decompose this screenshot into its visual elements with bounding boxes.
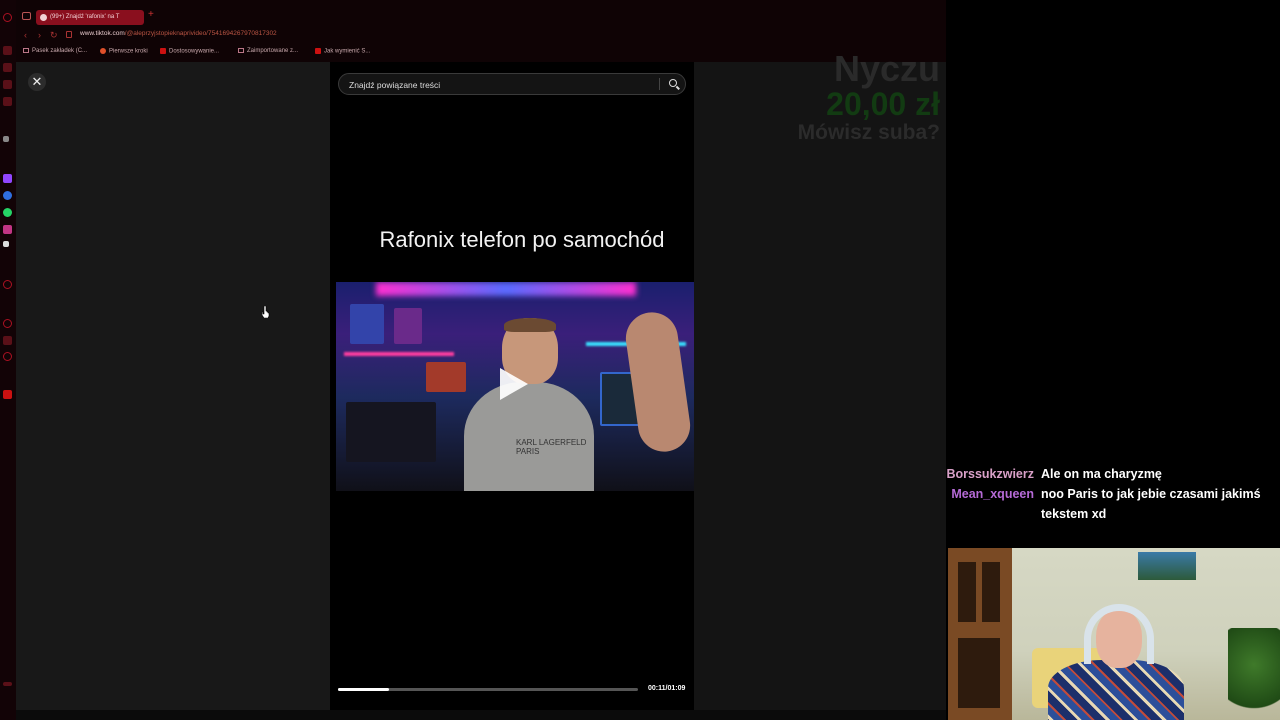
progress-fill [338, 688, 389, 691]
shirt-print: KARL LAGERFELD PARIS [516, 438, 587, 456]
donation-alert: Nyczu 20,00 zł Mówisz suba? [798, 48, 940, 145]
sidebar-settings-icon[interactable] [3, 352, 12, 361]
sidebar-news-icon[interactable] [3, 97, 12, 106]
reload-icon[interactable]: ↻ [50, 30, 58, 41]
twitch-icon[interactable] [3, 174, 12, 183]
tiktok-favicon-icon [40, 14, 47, 21]
sidebar-speed-dial-icon[interactable] [3, 80, 12, 89]
lock-icon[interactable] [66, 31, 72, 38]
neon-light [376, 282, 636, 296]
chat-username: Borssukzwierz [946, 467, 1034, 481]
folder-icon [23, 48, 29, 53]
headset [1084, 604, 1154, 664]
streamer-shirt [1048, 660, 1184, 720]
play-icon[interactable] [500, 368, 528, 400]
whatsapp-icon[interactable] [3, 208, 12, 217]
raised-arm [622, 309, 694, 455]
sidebar-home-icon[interactable] [3, 46, 12, 55]
video-caption: Rafonix telefon po samochód [379, 227, 665, 252]
bookmark-item[interactable]: Pierwsze kroki [100, 48, 148, 55]
browser-window: (99+) Znajdź 'rafonix' na T + ‹ › ↻ www.… [0, 0, 946, 720]
search-divider [659, 78, 660, 90]
sidebar-clock-icon[interactable] [3, 280, 12, 289]
search-icon[interactable] [669, 79, 677, 87]
close-button[interactable]: ✕ [28, 73, 46, 91]
poster-frame [394, 308, 422, 344]
new-tab-button[interactable]: + [148, 9, 154, 20]
opera-bookmark-icon [100, 48, 106, 54]
sidebar-aria-icon[interactable] [3, 63, 12, 72]
bookmark-item[interactable]: Dostosowywanie... [160, 48, 219, 55]
webcam-feed [948, 548, 1280, 720]
address-bar[interactable]: www.tiktok.com/@aleprzyjstopieknaprivide… [80, 30, 277, 37]
messenger-icon[interactable] [3, 191, 12, 200]
url-host: www.tiktok.com [80, 30, 125, 37]
stream-chat: Borssukzwierz Ale on ma charyzmę Mean_xq… [946, 464, 1280, 524]
video-player[interactable]: Rafonix telefon po samochód KARL LAGERFE… [330, 62, 694, 710]
sidebar-extensions-icon[interactable] [3, 336, 12, 345]
forward-arrow-icon[interactable]: › [38, 30, 41, 40]
related-search-bar [338, 73, 686, 95]
bookmark-item[interactable]: Pasek zakładek (C... [23, 48, 87, 54]
tiktok-page: ✕ Rafonix telefon po samochód [16, 48, 946, 710]
chat-message: Mean_xqueen noo Paris to jak jebie czasa… [946, 484, 1280, 524]
sidebar-rail [0, 0, 16, 720]
youtube-icon [160, 48, 166, 54]
video-timecode: 00:11/01:09 [648, 685, 686, 692]
wall-poster [1138, 552, 1196, 580]
address-row: ‹ › ↻ www.tiktok.com/@aleprzyjstopieknap… [16, 28, 946, 44]
x-twitter-icon[interactable] [3, 241, 9, 247]
hand-cursor-icon [262, 306, 270, 318]
opera-logo-icon[interactable] [3, 13, 12, 22]
instagram-icon[interactable] [3, 225, 12, 234]
tab-title: (99+) Znajdź 'rafonix' na T [50, 14, 120, 20]
tab-overview-icon[interactable] [22, 12, 31, 20]
chat-text: Ale on ma charyzmę [1041, 467, 1162, 481]
poster-frame [426, 362, 466, 392]
comments-panel: Nyczu 20,00 zł Mówisz suba? [694, 48, 946, 710]
poster-frame [350, 304, 384, 344]
sidebar-arrow-icon[interactable] [3, 136, 9, 142]
folder-icon [238, 48, 244, 53]
chat-username: Mean_xqueen [951, 487, 1034, 501]
tab-strip: (99+) Znajdź 'rafonix' na T + [16, 8, 946, 28]
plant [1228, 628, 1280, 720]
neon-shelf [344, 352, 454, 356]
donation-name: Nyczu [833, 48, 940, 89]
video-progress-bar[interactable] [338, 688, 638, 691]
tab-tiktok[interactable]: (99+) Znajdź 'rafonix' na T [36, 10, 144, 25]
bookmark-item[interactable]: Jak wymienić S... [315, 48, 370, 55]
sidebar-player-icon[interactable] [3, 390, 12, 399]
door [948, 548, 1012, 720]
back-arrow-icon[interactable]: ‹ [24, 30, 27, 40]
chat-message: Borssukzwierz Ale on ma charyzmę [946, 464, 1280, 484]
desk [346, 402, 436, 462]
streamer: KARL LAGERFELD PARIS [464, 318, 594, 491]
search-input[interactable] [347, 77, 651, 93]
youtube-icon [315, 48, 321, 54]
donation-amount: 20,00 zł [826, 86, 940, 122]
url-path: /@aleprzyjstopieknaprivideo/754169426797… [124, 30, 277, 37]
donation-message: Mówisz suba? [797, 121, 940, 144]
sidebar-history-icon[interactable] [3, 319, 12, 328]
bookmark-item[interactable]: Zaimportowane z... [238, 48, 298, 54]
video-frame[interactable]: KARL LAGERFELD PARIS [336, 282, 694, 491]
sidebar-more-icon[interactable] [3, 682, 12, 686]
chat-text: noo Paris to jak jebie czasami jakimś te… [1041, 487, 1261, 521]
